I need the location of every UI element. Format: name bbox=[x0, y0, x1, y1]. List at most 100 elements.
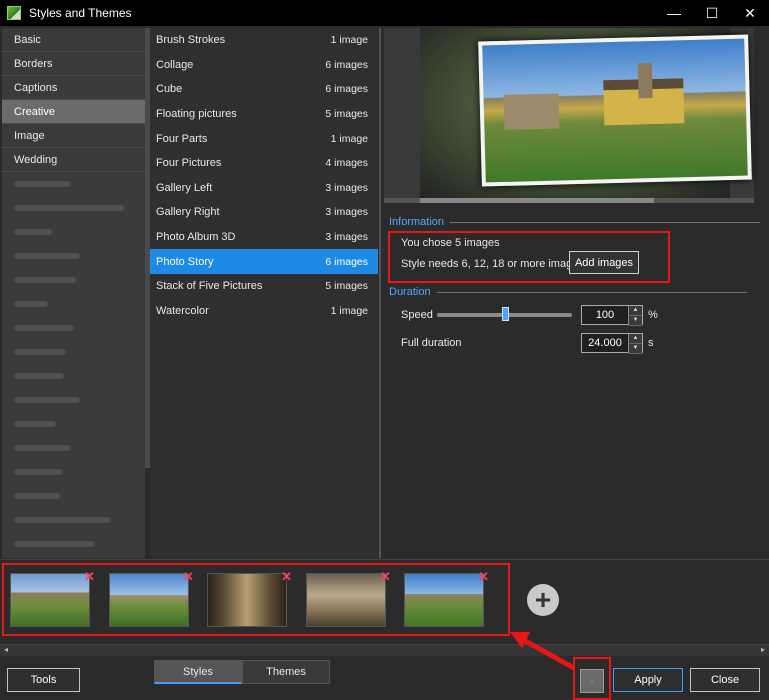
style-row[interactable]: Brush Strokes 1 image bbox=[150, 28, 378, 53]
remove-image-icon[interactable]: ✕ bbox=[183, 569, 194, 585]
category-item-blurred[interactable] bbox=[2, 364, 145, 388]
tab-styles[interactable]: Styles bbox=[154, 660, 242, 684]
category-item-blurred[interactable] bbox=[2, 412, 145, 436]
speed-value[interactable]: 100 bbox=[582, 309, 628, 321]
style-image-count: 1 image bbox=[330, 304, 368, 317]
style-name: Four Pictures bbox=[156, 157, 222, 170]
duration-heading-label: Duration bbox=[389, 286, 431, 298]
image-thumbnail[interactable] bbox=[306, 573, 386, 627]
speed-slider-handle[interactable] bbox=[501, 307, 509, 321]
category-item-blurred[interactable] bbox=[2, 388, 145, 412]
speed-label: Speed bbox=[401, 309, 433, 321]
panel-divider[interactable] bbox=[379, 28, 381, 558]
category-item-blurred[interactable] bbox=[2, 484, 145, 508]
category-item-blurred[interactable] bbox=[2, 340, 145, 364]
duration-down-arrow[interactable]: ▼ bbox=[629, 344, 642, 354]
full-duration-unit: s bbox=[648, 337, 654, 349]
remove-image-icon[interactable]: ✕ bbox=[281, 569, 292, 585]
image-thumbnail[interactable] bbox=[404, 573, 484, 627]
apply-button[interactable]: Apply bbox=[613, 668, 683, 692]
style-row[interactable]: Gallery Left 3 images bbox=[150, 176, 378, 201]
image-thumbnail[interactable] bbox=[109, 573, 189, 627]
style-name: Stack of Five Pictures bbox=[156, 280, 263, 293]
preview-tower bbox=[637, 63, 653, 99]
style-image-count: 3 images bbox=[325, 181, 368, 194]
category-captions[interactable]: Captions bbox=[2, 76, 145, 100]
category-item-blurred[interactable] bbox=[2, 316, 145, 340]
style-row[interactable]: Four Parts 1 image bbox=[150, 126, 378, 151]
style-image-count: 6 images bbox=[325, 255, 368, 268]
style-name: Brush Strokes bbox=[156, 34, 226, 47]
style-name: Cube bbox=[156, 83, 183, 96]
close-window-button[interactable]: ✕ bbox=[731, 0, 769, 26]
style-name: Gallery Left bbox=[156, 181, 213, 194]
style-row[interactable]: Stack of Five Pictures 5 images bbox=[150, 274, 378, 299]
add-images-button[interactable]: Add images bbox=[569, 251, 639, 274]
style-name: Collage bbox=[156, 58, 194, 71]
style-row[interactable]: Floating pictures 5 images bbox=[150, 102, 378, 127]
style-name: Photo Album 3D bbox=[156, 231, 236, 244]
speed-up-arrow[interactable]: ▲ bbox=[629, 306, 642, 316]
style-image-count: 5 images bbox=[325, 108, 368, 121]
style-row[interactable]: Four Pictures 4 images bbox=[150, 151, 378, 176]
style-row[interactable]: Watercolor 1 image bbox=[150, 299, 378, 324]
style-name: Gallery Right bbox=[156, 206, 220, 219]
preview-scrollbar-thumb[interactable] bbox=[420, 198, 654, 203]
maximize-button[interactable]: ☐ bbox=[693, 0, 731, 26]
speed-stepper[interactable]: 100 ▲ ▼ bbox=[581, 305, 643, 326]
speed-down-arrow[interactable]: ▼ bbox=[629, 316, 642, 326]
image-thumbnail[interactable] bbox=[10, 573, 90, 627]
category-borders[interactable]: Borders bbox=[2, 52, 145, 76]
style-needs-text: Style needs 6, 12, 18 or more images bbox=[401, 258, 584, 270]
speed-unit: % bbox=[648, 309, 658, 321]
style-row[interactable]: Photo Story 6 images bbox=[150, 249, 378, 274]
scroll-left-icon[interactable]: ◂ bbox=[4, 645, 8, 654]
category-item-blurred[interactable] bbox=[2, 292, 145, 316]
preview-church bbox=[503, 93, 560, 130]
style-row[interactable]: Photo Album 3D 3 images bbox=[150, 225, 378, 250]
full-duration-value[interactable]: 24.000 bbox=[582, 337, 628, 349]
chosen-images-text: You chose 5 images bbox=[401, 237, 500, 249]
image-thumbnail[interactable] bbox=[207, 573, 287, 627]
style-row[interactable]: Collage 6 images bbox=[150, 53, 378, 78]
category-image[interactable]: Image bbox=[2, 124, 145, 148]
category-item-blurred[interactable] bbox=[2, 532, 145, 556]
thumbnail-scrollbar[interactable]: ◂ ▸ bbox=[0, 644, 769, 656]
category-wedding[interactable]: Wedding bbox=[2, 148, 145, 172]
style-image-count: 3 images bbox=[325, 206, 368, 219]
duration-up-arrow[interactable]: ▲ bbox=[629, 334, 642, 344]
close-button[interactable]: Close bbox=[690, 668, 760, 692]
style-row[interactable]: Cube 6 images bbox=[150, 77, 378, 102]
remove-image-icon[interactable]: ✕ bbox=[380, 569, 391, 585]
category-basic[interactable]: Basic bbox=[2, 28, 145, 52]
annotation-arrow bbox=[510, 632, 576, 671]
category-item-blurred[interactable] bbox=[2, 172, 145, 196]
category-item-blurred[interactable] bbox=[2, 436, 145, 460]
style-row[interactable]: Gallery Right 3 images bbox=[150, 200, 378, 225]
minimize-button[interactable]: — bbox=[655, 0, 693, 26]
category-item-blurred[interactable] bbox=[2, 220, 145, 244]
tools-button[interactable]: Tools bbox=[7, 668, 80, 692]
style-name: Four Parts bbox=[156, 132, 208, 145]
small-button[interactable]: · bbox=[580, 669, 604, 693]
category-item-blurred[interactable] bbox=[2, 268, 145, 292]
category-creative[interactable]: Creative bbox=[2, 100, 145, 124]
category-item-blurred[interactable] bbox=[2, 196, 145, 220]
style-image-count: 1 image bbox=[330, 34, 368, 47]
duration-heading: Duration bbox=[389, 286, 747, 298]
category-item-blurred[interactable] bbox=[2, 508, 145, 532]
style-image-count: 4 images bbox=[325, 157, 368, 170]
title-bar: Styles and Themes — ☐ ✕ bbox=[0, 0, 769, 26]
category-item-blurred[interactable] bbox=[2, 244, 145, 268]
tab-themes[interactable]: Themes bbox=[242, 660, 330, 684]
category-item-blurred[interactable] bbox=[2, 460, 145, 484]
add-image-icon[interactable]: + bbox=[527, 584, 559, 616]
scroll-right-icon[interactable]: ▸ bbox=[761, 645, 765, 654]
style-image-count: 6 images bbox=[325, 58, 368, 71]
style-image-count: 3 images bbox=[325, 231, 368, 244]
remove-image-icon[interactable]: ✕ bbox=[84, 569, 95, 585]
style-list: Brush Strokes 1 image Collage 6 images Cube 6… bbox=[150, 28, 378, 558]
full-duration-stepper[interactable]: 24.000 ▲ ▼ bbox=[581, 333, 643, 354]
remove-image-icon[interactable]: ✕ bbox=[478, 569, 489, 585]
preview-background bbox=[420, 28, 752, 198]
